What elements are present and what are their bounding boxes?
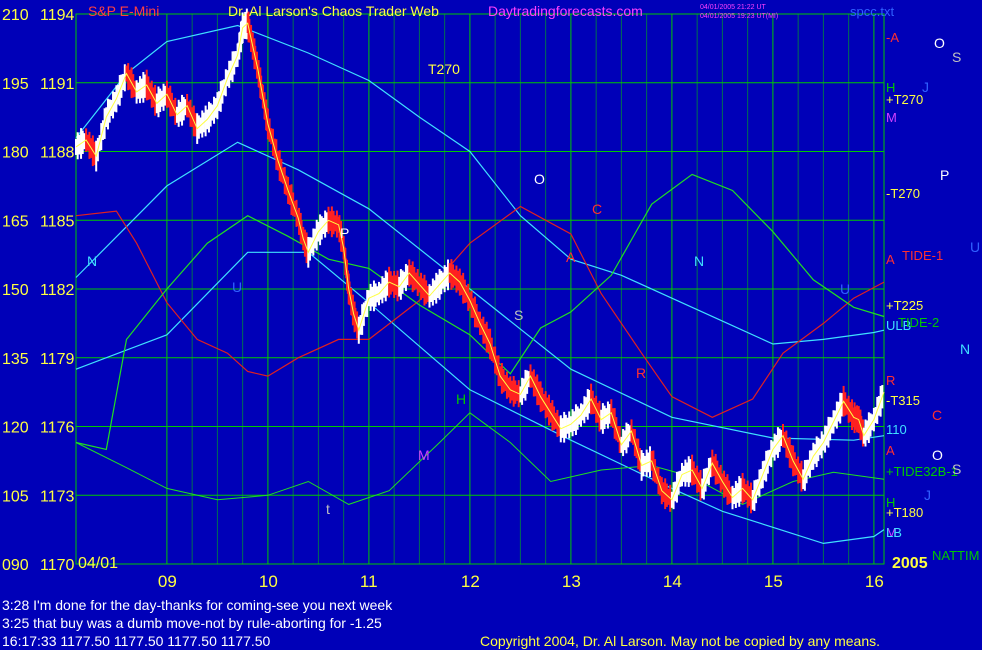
chart-annotation: H (456, 391, 466, 407)
x-tick-label: 15 (764, 572, 783, 591)
price-average-line (75, 22, 885, 501)
chart-annotation: C (592, 201, 602, 217)
right-letter: J (922, 79, 929, 95)
y-tick-left: 135 (2, 351, 29, 368)
y-tick-left: 090 (2, 557, 29, 574)
chart-canvas: 210 1194 195 1191 180 1188 165 1185 150 1182 135 11… (2, 3, 980, 649)
right-letter: S (952, 49, 961, 65)
curve-label: +T270 (886, 92, 923, 107)
chart-annotation: U (232, 279, 242, 295)
upper-band-line (75, 24, 885, 345)
curve-label: +T225 (886, 298, 923, 313)
right-letter: N (960, 341, 970, 357)
site-title: Dr. Al Larson's Chaos Trader Web (228, 3, 439, 19)
x-tick-label: 12 (461, 572, 480, 591)
date-label: 04/01 (78, 555, 118, 572)
quote-line: 16:17:33 1177.50 1177.50 1177.50 1177.50 (2, 633, 271, 649)
curve-label: LB (886, 525, 902, 540)
curve-label: A (886, 443, 895, 458)
x-tick-label: 10 (259, 572, 278, 591)
chart-annotation: O (534, 171, 545, 187)
curve-label: TIDE-1 (902, 248, 943, 263)
y-tick-price: 1173 (40, 488, 75, 505)
curve-label: -T315 (886, 393, 920, 408)
right-letter: C (932, 407, 942, 423)
chart-annotation: A (566, 249, 576, 265)
curve-label: -T270 (886, 186, 920, 201)
copyright: Copyright 2004, Dr. Al Larson. May not b… (480, 633, 880, 649)
curve-label: TIDE-2 (898, 315, 939, 330)
y-tick-left: 105 (2, 488, 29, 505)
right-letter: O (932, 447, 943, 463)
y-tick-price: 1176 (40, 420, 75, 437)
chart-title: S&P E-Mini (88, 3, 159, 19)
y-tick-price: 1185 (40, 213, 75, 230)
y-tick-price: 1191 (40, 76, 75, 93)
chart-annotation: U (840, 281, 850, 297)
y-tick-price: 1194 (40, 7, 75, 24)
chart-annotation: P (340, 225, 349, 241)
mid-band-line (75, 141, 885, 441)
y-tick-left: 150 (2, 282, 29, 299)
chart-annotation: t (326, 501, 330, 517)
curve-label: NATTIM (932, 548, 979, 563)
lower-band-line (75, 251, 885, 545)
y-tick-left: 120 (2, 420, 29, 437)
y-tick-left: 195 (2, 76, 29, 93)
curve-label: A (886, 252, 895, 267)
right-letter: U (970, 239, 980, 255)
series-layer (75, 8, 885, 545)
y-tick-left: 210 (2, 7, 29, 24)
curve-label: +T180 (886, 505, 923, 520)
curve-label: +TIDE32B-1 (886, 464, 958, 479)
y-tick-price: 1179 (40, 351, 75, 368)
note-line-1: 3:28 I'm done for the day-thanks for com… (2, 597, 393, 613)
curve-label: -A (886, 30, 899, 45)
timestamp-2: 04/01/2005 19:23 UT(MI) (700, 13, 778, 20)
curve-label: M (886, 110, 897, 125)
y-tick-left: 165 (2, 213, 29, 230)
curve-label: R (886, 373, 895, 388)
right-letter: O (934, 35, 945, 51)
y-tick-price: 1170 (40, 557, 75, 574)
x-tick-label: 14 (663, 572, 682, 591)
site-url: Daytradingforecasts.com (488, 3, 643, 19)
x-tick-label: 09 (158, 572, 177, 591)
chart-annotation: N (87, 253, 97, 269)
x-tick-label: 16 (865, 572, 884, 591)
year-label: 2005 (892, 555, 928, 572)
note-line-2: 3:25 that buy was a dumb move-not by rul… (2, 615, 382, 631)
y-tick-left: 180 (2, 145, 29, 162)
timestamp-1: 04/01/2005 21:22 UT (700, 4, 766, 11)
y-tick-price: 1182 (40, 282, 75, 299)
x-tick-label: 11 (360, 572, 378, 591)
right-letter: J (924, 487, 931, 503)
chart-annotation: R (636, 365, 646, 381)
y-tick-price: 1188 (40, 145, 75, 162)
chart-annotation: T270 (428, 61, 460, 77)
file-name: spcc.txt (850, 4, 894, 19)
right-letter: P (940, 167, 949, 183)
x-tick-label: 13 (562, 572, 581, 591)
chart-annotation: N (694, 253, 704, 269)
chart-annotation: S (514, 307, 523, 323)
right-letter: S (952, 461, 961, 477)
curve-label: 110 (886, 422, 907, 437)
chart-annotation: M (418, 447, 430, 463)
